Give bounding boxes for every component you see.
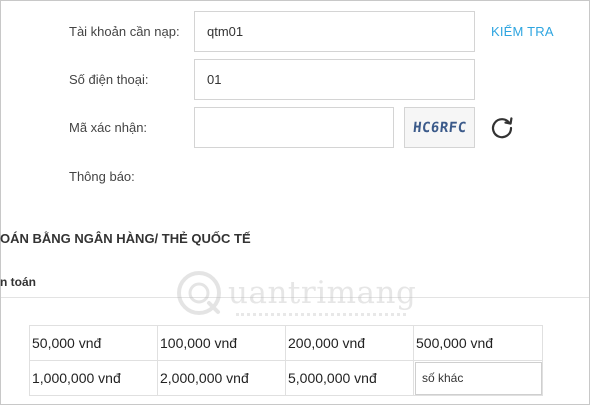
captcha-input[interactable]	[194, 107, 394, 148]
amount-option[interactable]: 100,000 vnđ	[157, 325, 286, 361]
other-amount-cell: số khác	[413, 360, 543, 396]
section-divider	[1, 297, 589, 298]
refresh-captcha-icon[interactable]	[489, 115, 515, 141]
payment-subtitle: n toán	[0, 275, 36, 289]
notice-label: Thông báo:	[69, 169, 135, 184]
amount-option[interactable]: 50,000 vnđ	[29, 325, 158, 361]
amount-option[interactable]: 500,000 vnđ	[413, 325, 543, 361]
other-amount-input[interactable]: số khác	[415, 361, 542, 395]
amount-option[interactable]: 1,000,000 vnđ	[29, 360, 158, 396]
amount-option[interactable]: 5,000,000 vnđ	[285, 360, 414, 396]
table-row: 50,000 vnđ 100,000 vnđ 200,000 vnđ 500,0…	[29, 325, 543, 361]
bank-card-section-title: OÁN BẰNG NGÂN HÀNG/ THẺ QUỐC TẾ	[0, 231, 251, 246]
account-label: Tài khoản cần nạp:	[69, 24, 180, 39]
account-input[interactable]	[194, 11, 475, 52]
captcha-label: Mã xác nhận:	[69, 120, 148, 135]
captcha-image: HC6RFC	[404, 107, 475, 148]
amount-option[interactable]: 2,000,000 vnđ	[157, 360, 286, 396]
phone-label: Số điện thoại:	[69, 72, 149, 87]
amount-option[interactable]: 200,000 vnđ	[285, 325, 414, 361]
check-account-link[interactable]: KIỂM TRA	[491, 24, 554, 39]
captcha-code: HC6RFC	[411, 119, 468, 136]
other-amount-placeholder: số khác	[422, 371, 464, 385]
table-row: 1,000,000 vnđ 2,000,000 vnđ 5,000,000 vn…	[29, 360, 543, 396]
amount-options-table: 50,000 vnđ 100,000 vnđ 200,000 vnđ 500,0…	[29, 325, 543, 396]
phone-input[interactable]	[194, 59, 475, 100]
